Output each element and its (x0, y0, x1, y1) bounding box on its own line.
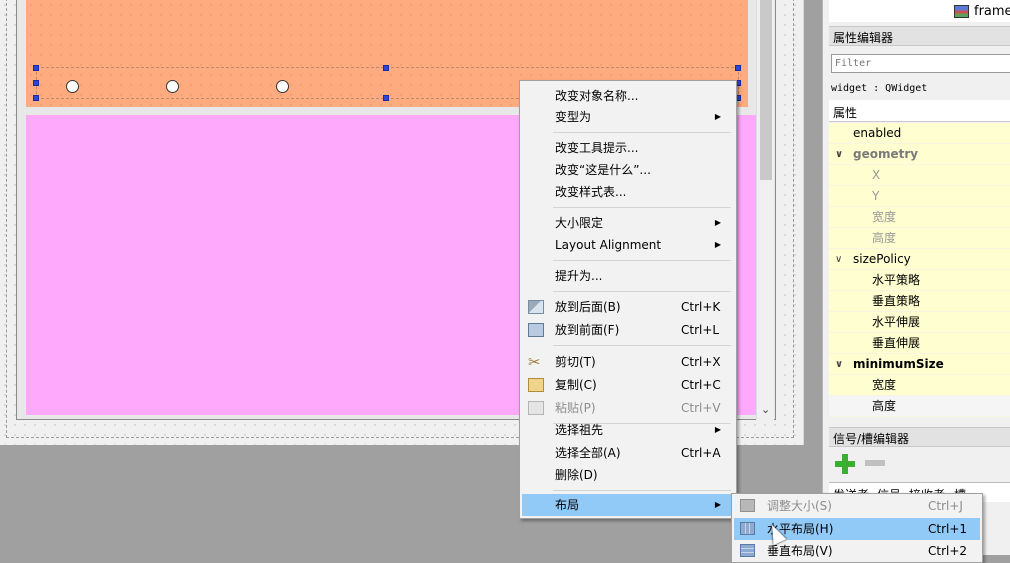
submenu-arrow-icon: ▶ (714, 218, 721, 227)
menu-item-promote-to[interactable]: 提升为... (522, 265, 734, 287)
menu-item-bring-to-front[interactable]: 放到前面(F) Ctrl+L (522, 319, 734, 341)
horizontal-layout-icon (740, 522, 755, 535)
object-name: frame (974, 4, 1010, 19)
paste-icon (528, 401, 544, 415)
menu-item-adjust-size[interactable]: 调整大小(S) Ctrl+J (734, 495, 980, 517)
chevron-down-icon[interactable]: ∨ (835, 354, 843, 375)
property-group-sizepolicy[interactable]: ∨ sizePolicy (829, 249, 1010, 270)
menu-item-cut[interactable]: ✂ 剪切(T) Ctrl+X (522, 351, 734, 373)
menu-item-vertical-layout[interactable]: 垂直布局(V) Ctrl+2 (734, 540, 980, 562)
submenu-arrow-icon: ▶ (714, 500, 721, 509)
context-menu: 改变对象名称... 变型为 ▶ 改变工具提示... 改变“这是什么”... 改变样… (519, 80, 737, 519)
adjust-size-icon (740, 499, 755, 512)
menu-separator (553, 490, 731, 491)
scrollbar-thumb[interactable] (760, 0, 772, 180)
property-group-minimumsize[interactable]: ∨ minimumSize (829, 354, 1010, 375)
send-to-back-icon (528, 300, 544, 314)
menu-item-select-ancestor[interactable]: 选择祖先 ▶ (522, 419, 734, 441)
menu-item-change-whats-this[interactable]: 改变“这是什么”... (522, 159, 734, 181)
property-filter-input[interactable] (831, 54, 1010, 73)
menu-item-send-to-back[interactable]: 放到后面(B) Ctrl+K (522, 296, 734, 318)
selection-handle[interactable] (383, 95, 389, 101)
menu-separator (553, 345, 731, 346)
property-row[interactable]: X (829, 165, 1010, 186)
menu-separator (553, 207, 731, 208)
right-dock: frame 属性编辑器 widget : QWidget 属性 enabled … (822, 0, 1010, 555)
property-row[interactable]: enabled (829, 123, 1010, 144)
menu-item-size-constraints[interactable]: 大小限定 ▶ (522, 212, 734, 234)
property-row[interactable]: 水平策略 (829, 270, 1010, 291)
selection-handle[interactable] (33, 80, 39, 86)
scroll-down-icon[interactable]: ⌄ (761, 403, 770, 416)
menu-item-change-object-name[interactable]: 改变对象名称... (522, 85, 734, 107)
vertical-layout-icon (740, 544, 755, 557)
property-row[interactable]: 垂直伸展 (829, 333, 1010, 354)
add-icon[interactable] (835, 454, 855, 474)
property-group-geometry[interactable]: ∨ geometry (829, 144, 1010, 165)
property-row[interactable]: 高度 (829, 228, 1010, 249)
menu-item-change-tooltip[interactable]: 改变工具提示... (522, 137, 734, 159)
chevron-down-icon[interactable]: ∨ (835, 144, 843, 165)
remove-icon[interactable] (865, 460, 885, 466)
menu-item-select-all[interactable]: 选择全部(A) Ctrl+A (522, 442, 734, 464)
submenu-arrow-icon: ▶ (714, 240, 721, 249)
scissors-icon: ✂ (528, 353, 541, 371)
menu-separator (553, 260, 731, 261)
widget-class-label: widget : QWidget (831, 83, 928, 94)
copy-icon (528, 378, 544, 392)
property-row[interactable]: 水平伸展 (829, 312, 1010, 333)
menu-item-layout[interactable]: 布局 ▶ (522, 494, 734, 516)
menu-separator (553, 132, 731, 133)
property-row[interactable]: 高度 (829, 396, 1010, 417)
selection-handle[interactable] (33, 65, 39, 71)
submenu-arrow-icon: ▶ (714, 425, 721, 434)
radio-button[interactable] (66, 80, 79, 93)
menu-separator (553, 291, 731, 292)
property-row[interactable]: Y (829, 186, 1010, 207)
radio-button[interactable] (166, 80, 179, 93)
menu-item-copy[interactable]: 复制(C) Ctrl+C (522, 374, 734, 396)
property-row[interactable]: 宽度 (829, 375, 1010, 396)
signal-slot-toolbar (829, 448, 1010, 482)
selection-handle[interactable] (735, 65, 741, 71)
signal-slot-editor-title: 信号/槽编辑器 (829, 427, 1010, 447)
vertical-scrollbar[interactable]: ⌄ (756, 0, 774, 420)
menu-item-delete[interactable]: 删除(D) (522, 464, 734, 486)
property-row[interactable]: 垂直策略 (829, 291, 1010, 312)
frame-icon (954, 5, 969, 18)
chevron-down-icon[interactable]: ∨ (835, 249, 842, 270)
menu-item-layout-alignment[interactable]: Layout Alignment ▶ (522, 234, 734, 256)
property-editor-title: 属性编辑器 (829, 26, 1010, 46)
menu-item-change-stylesheet[interactable]: 改变样式表... (522, 181, 734, 203)
property-row[interactable]: 宽度 (829, 207, 1010, 228)
selection-handle[interactable] (383, 65, 389, 71)
object-inspector-row[interactable]: frame (829, 0, 1010, 22)
radio-button[interactable] (276, 80, 289, 93)
submenu-arrow-icon: ▶ (714, 112, 721, 121)
property-list: enabled ∨ geometry X Y 宽度 高度 ∨ sizePolicy … (829, 123, 1010, 417)
menu-item-morph-into[interactable]: 变型为 ▶ (522, 106, 734, 128)
selection-handle[interactable] (33, 95, 39, 101)
menu-item-paste[interactable]: 粘贴(P) Ctrl+V (522, 397, 734, 419)
property-column-header: 属性 (829, 100, 1010, 122)
bring-to-front-icon (528, 323, 544, 337)
